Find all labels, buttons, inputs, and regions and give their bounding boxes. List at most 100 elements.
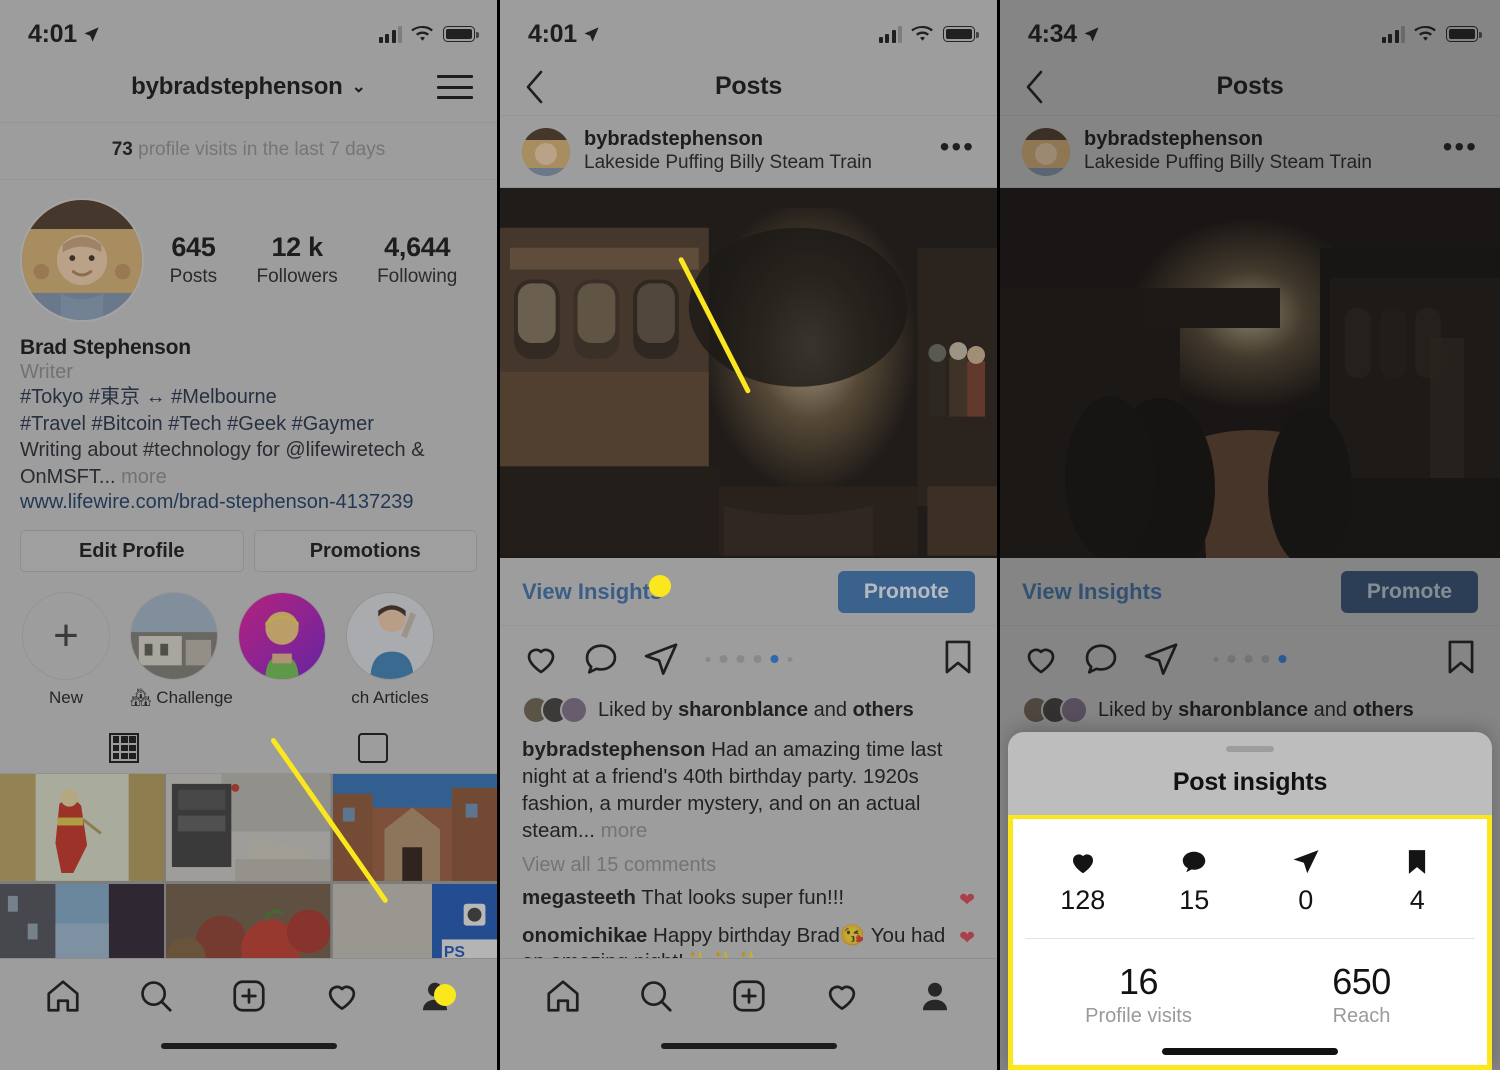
comment-like-icon[interactable]: ❤ — [959, 885, 975, 915]
share-icon[interactable] — [642, 640, 680, 678]
comment-icon[interactable] — [1082, 640, 1120, 678]
add-post-icon[interactable] — [730, 977, 768, 1015]
bio-line-3: Writing about #technology for @lifewiret… — [20, 439, 425, 462]
profile-bio: Brad Stephenson Writer #Tokyo #東京 ↔ #Mel… — [20, 322, 477, 514]
bookmark-filled-icon — [1409, 850, 1426, 874]
bookmark-icon[interactable] — [941, 638, 975, 676]
activity-icon[interactable] — [323, 977, 361, 1015]
status-time-2: 4:01 — [528, 20, 600, 49]
promotions-button[interactable]: Promotions — [253, 530, 477, 573]
grid-photo-3[interactable] — [332, 774, 497, 882]
bookmark-icon[interactable] — [1444, 638, 1478, 676]
edit-profile-button[interactable]: Edit Profile — [20, 530, 244, 573]
profile-stats-row: 645 Posts 12 k Followers 4,644 Following — [20, 198, 477, 322]
cellular-signal-icon — [378, 25, 402, 43]
battery-icon — [443, 26, 479, 42]
search-icon[interactable] — [637, 977, 675, 1015]
share-icon[interactable] — [1142, 640, 1180, 678]
profile-visits-count: 73 — [111, 139, 133, 160]
bio-website-link[interactable]: www.lifewire.com/brad-stephenson-4137239 — [20, 491, 477, 514]
heart-filled-icon — [1072, 854, 1093, 874]
highlight-new-circle: + — [22, 592, 110, 681]
comment-like-icon[interactable]: ❤ — [959, 923, 975, 953]
cellular-signal-icon — [1381, 25, 1405, 43]
post-insights-sheet: Post insights 128 15 0 4 16 Profile visi… — [1008, 732, 1492, 1070]
comment-username[interactable]: megasteeth — [522, 886, 636, 909]
metric-comments: 15 — [1139, 845, 1251, 916]
more-options-icon[interactable]: ••• — [940, 132, 975, 162]
profile-visits-text: profile visits in the last 7 days — [138, 139, 386, 160]
post-photo-2[interactable] — [500, 188, 997, 558]
post-author-avatar-2[interactable] — [522, 127, 570, 176]
highlight-cover-image — [347, 593, 433, 680]
caption-username-2[interactable]: bybradstephenson — [522, 738, 705, 761]
post-photo-3[interactable] — [1000, 188, 1500, 558]
highlight-third-circle — [238, 592, 326, 681]
sheet-grabber[interactable] — [1226, 746, 1274, 752]
highlight-articles[interactable]: ch Articles — [346, 592, 434, 708]
comment-filled-icon — [1183, 851, 1206, 873]
view-insights-link[interactable]: View Insights — [1022, 579, 1162, 605]
highlight-challenge-circle — [130, 592, 218, 681]
stat-posts[interactable]: 645 Posts — [170, 232, 218, 288]
caption-more-link-2[interactable]: more — [601, 819, 648, 842]
profile-username: bybradstephenson — [131, 73, 343, 100]
comment-username[interactable]: onomichikae — [522, 924, 647, 947]
post-actions-right-3 — [1444, 638, 1478, 681]
promote-button[interactable]: Promote — [1340, 570, 1478, 613]
avatar-image — [22, 200, 142, 320]
bio-more-link[interactable]: more — [121, 466, 167, 488]
home-indicator-3 — [1162, 1048, 1338, 1055]
bottom-nav-icons-1 — [0, 959, 497, 1033]
more-options-icon[interactable]: ••• — [1443, 132, 1478, 162]
activity-icon[interactable] — [823, 977, 861, 1015]
carousel-dots-3 — [1213, 655, 1287, 663]
profile-icon[interactable] — [916, 977, 954, 1015]
liker-avatars-2 — [522, 696, 588, 724]
post-actions-left-2 — [522, 640, 680, 678]
status-bar-3: 4:34 — [1000, 0, 1500, 58]
status-indicators-3 — [1381, 25, 1482, 43]
hamburger-icon[interactable] — [437, 75, 473, 99]
metric-reach-label: Reach — [1332, 1005, 1391, 1027]
profile-body: 645 Posts 12 k Followers 4,644 Following… — [0, 180, 497, 573]
profile-username-switcher[interactable]: bybradstephenson ⌄ — [131, 73, 366, 101]
highlight-challenge[interactable]: 🏘 Challenge — [130, 592, 233, 708]
liked-by-user-2: sharonblance — [678, 698, 809, 721]
liker-avatars-3 — [1022, 696, 1088, 724]
highlight-third[interactable] — [238, 592, 326, 708]
wifi-icon — [411, 25, 433, 41]
highlight-new[interactable]: + New — [22, 592, 110, 708]
bottom-nav-2 — [500, 958, 997, 1070]
post-location-3[interactable]: Lakeside Puffing Billy Steam Train — [1084, 151, 1429, 176]
post-author-username-2[interactable]: bybradstephenson — [584, 127, 926, 151]
bio-category: Writer — [20, 361, 73, 383]
post-location-2[interactable]: Lakeside Puffing Billy Steam Train — [584, 151, 926, 176]
profile-visits-banner[interactable]: 73 profile visits in the last 7 days — [0, 122, 497, 180]
view-all-comments-2[interactable]: View all 15 comments — [500, 844, 997, 881]
grid-tab[interactable] — [0, 732, 249, 763]
liked-by-row-2: Liked by sharonblance and others — [500, 692, 997, 730]
search-icon[interactable] — [137, 977, 175, 1015]
view-insights-link[interactable]: View Insights — [522, 579, 662, 605]
sheet-primary-metrics: 128 15 0 4 — [1013, 819, 1487, 938]
promote-button[interactable]: Promote — [837, 570, 975, 613]
grid-photo-1[interactable] — [0, 774, 165, 882]
post-author-avatar-3[interactable] — [1022, 127, 1070, 176]
liked-by-text-2[interactable]: Liked by sharonblance and others — [598, 699, 914, 722]
stat-following[interactable]: 4,644 Following — [377, 232, 457, 288]
add-post-icon[interactable] — [230, 977, 268, 1015]
back-chevron-icon[interactable] — [1024, 70, 1046, 104]
back-chevron-icon[interactable] — [524, 70, 546, 104]
post-author-username-3[interactable]: bybradstephenson — [1084, 127, 1429, 151]
stat-followers[interactable]: 12 k Followers — [256, 232, 337, 288]
comment-icon[interactable] — [582, 640, 620, 678]
liked-by-text-3[interactable]: Liked by sharonblance and others — [1098, 699, 1414, 722]
home-icon[interactable] — [544, 977, 582, 1015]
home-indicator-1 — [160, 1043, 337, 1049]
profile-tabs — [0, 722, 497, 775]
avatar[interactable] — [20, 198, 144, 322]
home-icon[interactable] — [44, 977, 82, 1015]
like-icon[interactable] — [1022, 640, 1060, 678]
like-icon[interactable] — [522, 640, 560, 678]
